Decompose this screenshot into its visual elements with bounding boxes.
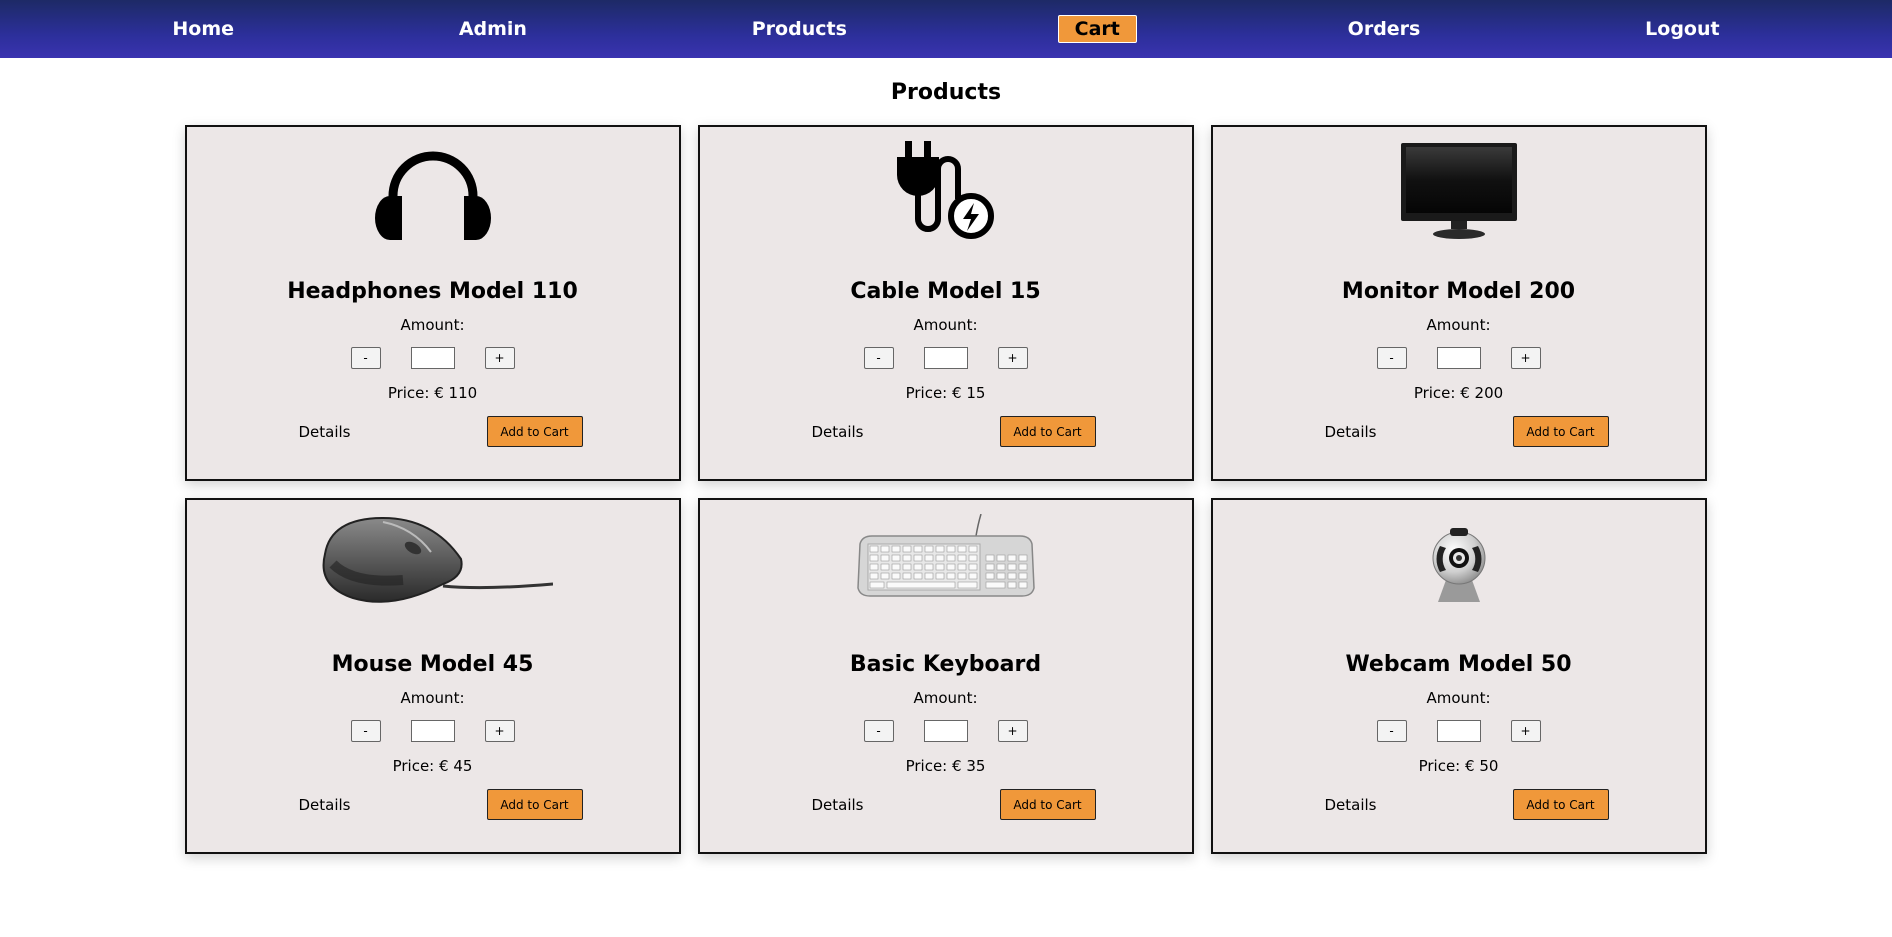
quantity-input[interactable] [410,347,455,369]
nav-orders[interactable]: Orders [1334,16,1435,42]
product-image [1213,127,1705,257]
price-label: Price: € 50 [1418,757,1499,775]
nav-home[interactable]: Home [158,16,248,42]
card-actions: Details Add to Cart [1309,789,1609,820]
quantity-stepper: - + [350,720,515,742]
product-grid: Headphones Model 110 Amount: - + Price: … [184,125,1708,854]
amount-label: Amount: [1426,316,1491,334]
quantity-stepper: - + [1376,347,1541,369]
keyboard-image [856,514,1035,597]
nav-products[interactable]: Products [738,16,861,42]
product-image [187,500,679,630]
product-name: Monitor Model 200 [1341,279,1576,304]
details-link[interactable]: Details [299,423,351,441]
add-to-cart-button[interactable]: Add to Cart [999,789,1096,820]
product-card: Webcam Model 50 Amount: - + Price: € 50 … [1210,498,1707,854]
decrease-button[interactable]: - [863,347,894,369]
nav-cart[interactable]: Cart [1057,15,1137,43]
amount-label: Amount: [1426,689,1491,707]
increase-button[interactable]: + [997,347,1028,369]
product-image [187,127,679,257]
nav-admin[interactable]: Admin [445,16,541,42]
quantity-input[interactable] [410,720,455,742]
product-name: Webcam Model 50 [1345,652,1572,677]
quantity-stepper: - + [863,347,1028,369]
decrease-button[interactable]: - [1376,720,1407,742]
product-card: Mouse Model 45 Amount: - + Price: € 45 D… [184,498,681,854]
card-actions: Details Add to Cart [283,789,583,820]
amount-label: Amount: [913,689,978,707]
add-to-cart-button[interactable]: Add to Cart [1512,789,1609,820]
decrease-button[interactable]: - [1376,347,1407,369]
quantity-stepper: - + [863,720,1028,742]
increase-button[interactable]: + [1510,720,1541,742]
quantity-input[interactable] [1436,720,1481,742]
price-label: Price: € 15 [905,384,986,402]
decrease-button[interactable]: - [350,720,381,742]
amount-label: Amount: [400,689,465,707]
card-actions: Details Add to Cart [796,416,1096,447]
product-name: Cable Model 15 [850,279,1041,304]
headphones-icon [374,151,491,240]
add-to-cart-button[interactable]: Add to Cart [999,416,1096,447]
price-label: Price: € 200 [1413,384,1504,402]
decrease-button[interactable]: - [350,347,381,369]
product-name: Mouse Model 45 [331,652,534,677]
product-name: Basic Keyboard [849,652,1042,677]
mouse-image [322,516,553,603]
quantity-input[interactable] [923,347,968,369]
increase-button[interactable]: + [484,347,515,369]
details-link[interactable]: Details [1325,796,1377,814]
monitor-image [1400,143,1517,239]
increase-button[interactable]: + [997,720,1028,742]
quantity-stepper: - + [350,347,515,369]
add-to-cart-button[interactable]: Add to Cart [486,789,583,820]
amount-label: Amount: [400,316,465,334]
product-image [1213,500,1705,630]
webcam-image [1432,528,1485,602]
price-label: Price: € 45 [392,757,473,775]
add-to-cart-button[interactable]: Add to Cart [1512,416,1609,447]
increase-button[interactable]: + [484,720,515,742]
price-label: Price: € 35 [905,757,986,775]
details-link[interactable]: Details [812,796,864,814]
card-actions: Details Add to Cart [796,789,1096,820]
product-card: Monitor Model 200 Amount: - + Price: € 2… [1210,125,1707,481]
add-to-cart-button[interactable]: Add to Cart [486,416,583,447]
price-label: Price: € 110 [387,384,478,402]
card-actions: Details Add to Cart [1309,416,1609,447]
quantity-input[interactable] [923,720,968,742]
nav-logout[interactable]: Logout [1631,16,1733,42]
top-navbar: Home Admin Products Cart Orders Logout [0,0,1892,58]
decrease-button[interactable]: - [863,720,894,742]
card-actions: Details Add to Cart [283,416,583,447]
quantity-stepper: - + [1376,720,1541,742]
amount-label: Amount: [913,316,978,334]
product-card: Headphones Model 110 Amount: - + Price: … [184,125,681,481]
quantity-input[interactable] [1436,347,1481,369]
details-link[interactable]: Details [1325,423,1377,441]
increase-button[interactable]: + [1510,347,1541,369]
product-name: Headphones Model 110 [287,279,578,304]
product-image [700,500,1192,630]
product-card: Basic Keyboard Amount: - + Price: € 35 D… [697,498,1194,854]
product-image [700,127,1192,257]
page-title: Products [890,80,1002,105]
product-card: Cable Model 15 Amount: - + Price: € 15 D… [697,125,1194,481]
details-link[interactable]: Details [812,423,864,441]
details-link[interactable]: Details [299,796,351,814]
power-cable-icon [896,141,994,239]
